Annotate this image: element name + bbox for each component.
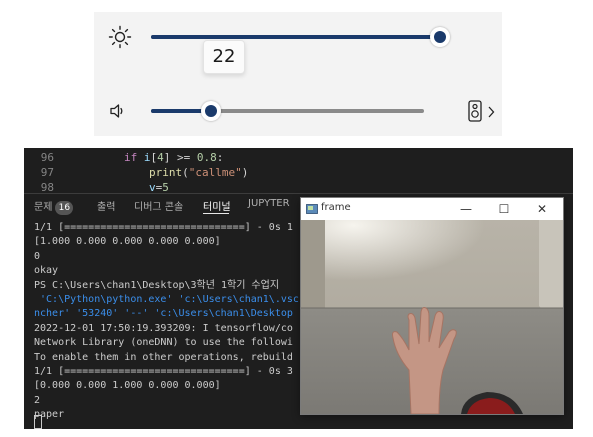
- code-token: "callme": [188, 166, 242, 179]
- editor-pane[interactable]: 96 if i[4] >= 0.8: 97 print("callme") 98 v=5: [24, 148, 573, 194]
- brightness-thumb[interactable]: [430, 27, 450, 47]
- code-token: 4: [157, 151, 164, 164]
- code-token: 0.8: [196, 151, 217, 164]
- minimize-button[interactable]: —: [454, 200, 478, 218]
- terminal-line: 1/1 [==============================] - 0…: [34, 366, 293, 377]
- terminal-line: [0.000 0.000 1.000 0.000 0.000]: [34, 380, 221, 392]
- terminal-line: 0: [34, 250, 41, 262]
- code-token: print: [149, 166, 183, 179]
- line-number: 97: [40, 166, 54, 179]
- slider-value-tooltip: 22: [203, 40, 245, 74]
- frame-title-bar[interactable]: frame — ☐ ✕: [301, 198, 563, 220]
- close-button[interactable]: ✕: [530, 200, 554, 218]
- terminal-line: PS C:\Users\chan1\Desktop\3학년 1학기 수업지: [34, 279, 280, 291]
- speaker-icon[interactable]: [108, 101, 128, 121]
- code-token: ] >=: [163, 151, 197, 164]
- webcam-image: [301, 220, 563, 414]
- code-line: 97 print("callme"): [24, 165, 573, 180]
- code-token: ): [241, 166, 249, 179]
- code-text: if i[4] >= 0.8:: [124, 150, 223, 165]
- tab-jupyter[interactable]: JUPYTER: [248, 198, 290, 209]
- terminal-line: ncher' '53240' '--' 'c:\Users\chan1\Desk…: [34, 308, 293, 320]
- terminal-line: 'C:\Python\python.exe' 'c:\Users\chan1\.…: [34, 294, 299, 305]
- terminal-line: 2: [34, 394, 41, 406]
- terminal-line: 2022-12-01 17:50:19.393209: I tensorflow…: [34, 322, 293, 334]
- line-number: 96: [40, 151, 54, 164]
- terminal-line: okay: [34, 265, 59, 277]
- sun-icon: [108, 25, 132, 49]
- audio-device-icon[interactable]: [467, 100, 483, 122]
- tab-problems-label: 문제: [34, 202, 53, 213]
- brightness-fill: [151, 35, 440, 39]
- volume-thumb[interactable]: [201, 101, 222, 121]
- maximize-button[interactable]: ☐: [492, 200, 516, 218]
- brightness-track[interactable]: [151, 35, 440, 39]
- terminal-line: To enable them in other operations, rebu…: [34, 351, 293, 363]
- code-token: i: [143, 151, 151, 164]
- volume-track[interactable]: [151, 109, 424, 113]
- terminal-line: [1.000 0.000 0.000 0.000 0.000]: [34, 236, 221, 248]
- window-app-icon: [306, 204, 318, 214]
- frame-window: frame — ☐ ✕: [300, 197, 564, 415]
- active-tab-indicator: [203, 213, 229, 214]
- chevron-right-icon[interactable]: [487, 106, 495, 118]
- tab-problems[interactable]: 문제 16: [34, 198, 74, 215]
- volume-slider-row: [94, 91, 502, 131]
- code-token: :: [216, 151, 224, 164]
- quick-settings-panel: 22: [94, 12, 502, 136]
- frame-title: frame: [321, 202, 351, 213]
- tab-terminal[interactable]: 터미널: [203, 198, 231, 213]
- terminal-line: 1/1 [==============================] - 0…: [34, 222, 293, 233]
- terminal-cursor: [34, 415, 42, 429]
- brightness-slider-row: [94, 17, 502, 57]
- code-token: if: [124, 151, 144, 164]
- code-line: 96 if i[4] >= 0.8:: [24, 150, 573, 165]
- code-token: (: [182, 166, 189, 179]
- terminal-line: Network Library (oneDNN) to use the foll…: [34, 337, 293, 349]
- problems-count-badge: 16: [55, 201, 74, 215]
- tab-debug-console[interactable]: 디버그 콘솔: [134, 198, 183, 213]
- code-text: print("callme"): [149, 165, 248, 180]
- tab-output[interactable]: 출력: [97, 198, 115, 213]
